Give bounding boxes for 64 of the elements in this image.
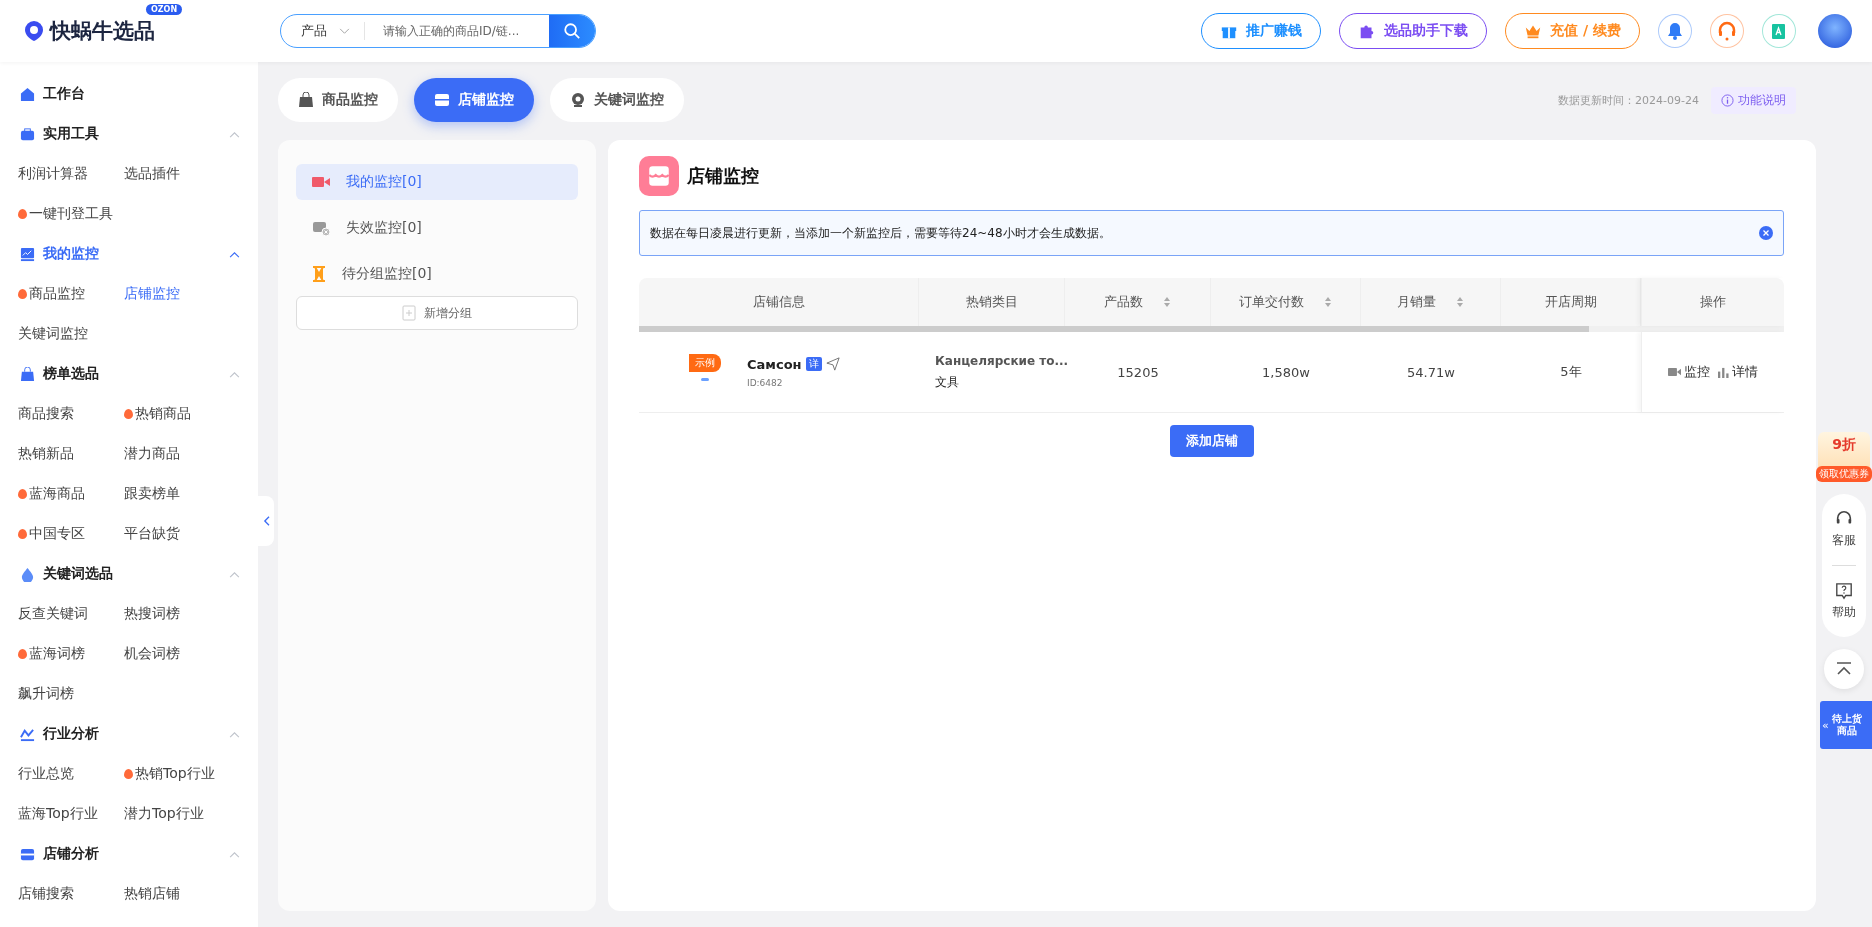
sidebar-item[interactable]: 热销新品 [18,434,124,474]
logo-badge: OZON [146,4,183,15]
table-cell: 5年 [1560,363,1582,381]
search-field[interactable]: 产品 请输入正确的商品ID/链... [280,14,596,48]
table-cell: 文具 [935,373,959,391]
sidebar-item[interactable]: 商品搜索 [18,394,124,434]
sidebar-section[interactable]: 我的监控 [0,234,258,274]
store-name[interactable]: Самсон [747,356,802,372]
help-button[interactable]: 帮助 [1832,576,1856,627]
group-item[interactable]: 失效监控[0] [296,210,578,246]
tab[interactable]: 店铺监控 [414,78,534,122]
table-cell: 54.71w [1407,364,1455,380]
customer-service-button[interactable]: 客服 [1832,504,1856,555]
sidebar-item[interactable]: 蓝海Top行业 [18,794,124,834]
sidebar-item[interactable]: 商品监控 [18,274,124,314]
table-cell: 15205 [1117,364,1159,380]
sidebar-section[interactable]: 榜单选品 [0,354,258,394]
table-cell: 1,580w [1262,364,1310,380]
sidebar-item[interactable]: 一键刊登工具 [18,194,124,234]
sidebar-item[interactable]: 潜力Top行业 [124,794,258,834]
detail-link[interactable]: 详情 [1718,363,1758,381]
update-time: 数据更新时间：2024-09-24 [1558,92,1699,108]
panel-title: 店铺监控 [687,164,759,188]
group-item[interactable]: 我的监控[0] [296,164,578,200]
notice-text: 数据在每日凌晨进行更新，当添加一个新监控后，需要等待24~48小时才会生成数据。 [650,224,1111,242]
table-cell: Канцелярские то... [935,353,1069,368]
sidebar-item[interactable]: 蓝海商品 [18,474,124,514]
add-group-button[interactable]: 新增分组 [296,296,578,330]
sidebar-item[interactable]: 热销Top行业 [124,754,258,794]
sample-badge: 示例 [689,354,721,372]
sidebar-item[interactable]: 热销店铺 [124,874,258,914]
tab[interactable]: 商品监控 [278,78,398,122]
sidebar-item[interactable]: 中国专区 [18,514,124,554]
sidebar-section[interactable]: 关键词选品 [0,554,258,594]
tab[interactable]: 关键词监控 [550,78,684,122]
logo-text: 快蜗牛选品 [50,18,155,45]
sidebar-item[interactable]: 平台缺货 [124,514,258,554]
double-chevron-icon: « [1822,718,1829,732]
header-button[interactable]: 选品助手下载 [1339,13,1488,49]
sidebar-item[interactable]: 飙升词榜 [18,674,124,714]
sidebar-section[interactable]: 实用工具 [0,114,258,154]
sidebar-item[interactable]: 行业总览 [18,754,124,794]
sidebar-item[interactable]: 蓝海词榜 [18,634,124,674]
sidebar-item[interactable]: 潜力商品 [124,434,258,474]
sidebar-item[interactable]: 反查关键词 [18,594,124,634]
sidebar-item[interactable]: 店铺搜索 [18,874,124,914]
sidebar-item[interactable]: 热搜词榜 [124,594,258,634]
sidebar-item[interactable]: 机会词榜 [124,634,258,674]
add-store-button[interactable]: 添加店铺 [1169,425,1254,457]
group-item[interactable]: 待分组监控[0] [296,256,578,292]
sidebar-section[interactable]: 工作台 [0,74,258,114]
sidebar-item[interactable]: 店铺监控 [124,274,258,314]
sidebar-item[interactable]: 利润计算器 [18,154,124,194]
sidebar-item[interactable]: 选品插件 [124,154,258,194]
sidebar-section[interactable]: 行业分析 [0,714,258,754]
sidebar-section[interactable]: 店铺分析 [0,834,258,874]
sidebar-item[interactable]: 热销商品 [124,394,258,434]
sidebar-item[interactable]: 关键词监控 [18,314,124,354]
sidebar-item[interactable]: 跟卖榜单 [124,474,258,514]
detail-tag[interactable]: 详 [805,357,822,371]
coupon-badge[interactable]: 9折 领取优惠券 [1818,432,1870,482]
monitor-link[interactable]: 监控 [1668,363,1710,381]
store-id: ID:6482 [747,377,784,388]
help-link[interactable]: 功能说明 [1711,86,1796,114]
